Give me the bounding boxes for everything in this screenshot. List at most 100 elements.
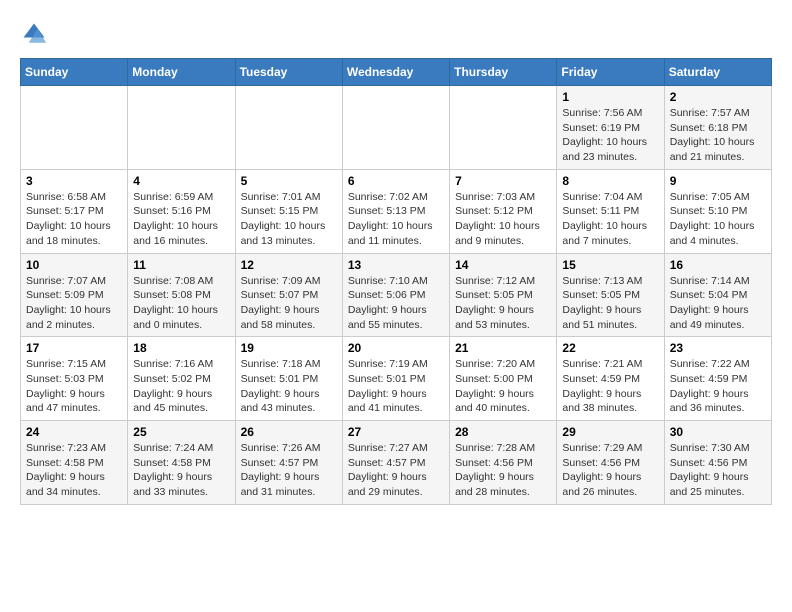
day-info: Sunrise: 7:22 AM Sunset: 4:59 PM Dayligh… [670, 357, 766, 416]
day-number: 2 [670, 90, 766, 104]
calendar-day-cell: 27 Sunrise: 7:27 AM Sunset: 4:57 PM Dayli… [342, 421, 449, 505]
logo [20, 20, 52, 48]
calendar-week: 17 Sunrise: 7:15 AM Sunset: 5:03 PM Dayli… [21, 337, 772, 421]
day-info: Sunrise: 7:56 AM Sunset: 6:19 PM Dayligh… [562, 106, 658, 165]
day-number: 29 [562, 425, 658, 439]
calendar-day-cell: 6 Sunrise: 7:02 AM Sunset: 5:13 PM Daylig… [342, 169, 449, 253]
calendar-day-cell: 21 Sunrise: 7:20 AM Sunset: 5:00 PM Dayli… [450, 337, 557, 421]
day-info: Sunrise: 7:02 AM Sunset: 5:13 PM Dayligh… [348, 190, 444, 249]
calendar-day-cell: 3 Sunrise: 6:58 AM Sunset: 5:17 PM Daylig… [21, 169, 128, 253]
calendar-day-cell: 23 Sunrise: 7:22 AM Sunset: 4:59 PM Dayli… [664, 337, 771, 421]
calendar-day-cell: 4 Sunrise: 6:59 AM Sunset: 5:16 PM Daylig… [128, 169, 235, 253]
day-info: Sunrise: 7:27 AM Sunset: 4:57 PM Dayligh… [348, 441, 444, 500]
calendar-day-cell: 14 Sunrise: 7:12 AM Sunset: 5:05 PM Dayli… [450, 253, 557, 337]
day-info: Sunrise: 6:58 AM Sunset: 5:17 PM Dayligh… [26, 190, 122, 249]
day-number: 9 [670, 174, 766, 188]
calendar-day-cell [21, 86, 128, 170]
calendar-day-cell: 1Sunrise: 7:56 AM Sunset: 6:19 PM Daylig… [557, 86, 664, 170]
page-header [20, 20, 772, 48]
day-info: Sunrise: 6:59 AM Sunset: 5:16 PM Dayligh… [133, 190, 229, 249]
calendar-day-cell: 26Sunrise: 7:26 AM Sunset: 4:57 PM Dayli… [235, 421, 342, 505]
day-info: Sunrise: 7:01 AM Sunset: 5:15 PM Dayligh… [241, 190, 337, 249]
calendar-day-cell: 17 Sunrise: 7:15 AM Sunset: 5:03 PM Dayli… [21, 337, 128, 421]
day-number: 3 [26, 174, 122, 188]
dow-cell: Tuesday [235, 59, 342, 86]
calendar-day-cell: 18 Sunrise: 7:16 AM Sunset: 5:02 PM Dayli… [128, 337, 235, 421]
day-number: 17 [26, 341, 122, 355]
day-info: Sunrise: 7:23 AM Sunset: 4:58 PM Dayligh… [26, 441, 122, 500]
calendar-day-cell: 2 Sunrise: 7:57 AM Sunset: 6:18 PM Daylig… [664, 86, 771, 170]
day-number: 7 [455, 174, 551, 188]
day-info: Sunrise: 7:29 AM Sunset: 4:56 PM Dayligh… [562, 441, 658, 500]
dow-cell: Thursday [450, 59, 557, 86]
logo-icon [20, 20, 48, 48]
dow-cell: Friday [557, 59, 664, 86]
day-number: 11 [133, 258, 229, 272]
day-info: Sunrise: 7:15 AM Sunset: 5:03 PM Dayligh… [26, 357, 122, 416]
day-info: Sunrise: 7:12 AM Sunset: 5:05 PM Dayligh… [455, 274, 551, 333]
day-info: Sunrise: 7:18 AM Sunset: 5:01 PM Dayligh… [241, 357, 337, 416]
day-info: Sunrise: 7:05 AM Sunset: 5:10 PM Dayligh… [670, 190, 766, 249]
day-info: Sunrise: 7:14 AM Sunset: 5:04 PM Dayligh… [670, 274, 766, 333]
day-info: Sunrise: 7:13 AM Sunset: 5:05 PM Dayligh… [562, 274, 658, 333]
day-number: 12 [241, 258, 337, 272]
day-number: 5 [241, 174, 337, 188]
day-info: Sunrise: 7:03 AM Sunset: 5:12 PM Dayligh… [455, 190, 551, 249]
calendar-day-cell [342, 86, 449, 170]
calendar-day-cell: 28 Sunrise: 7:28 AM Sunset: 4:56 PM Dayli… [450, 421, 557, 505]
day-number: 21 [455, 341, 551, 355]
calendar-day-cell: 12 Sunrise: 7:09 AM Sunset: 5:07 PM Dayli… [235, 253, 342, 337]
day-info: Sunrise: 7:24 AM Sunset: 4:58 PM Dayligh… [133, 441, 229, 500]
day-number: 20 [348, 341, 444, 355]
calendar-week: 3 Sunrise: 6:58 AM Sunset: 5:17 PM Daylig… [21, 169, 772, 253]
day-number: 22 [562, 341, 658, 355]
day-number: 28 [455, 425, 551, 439]
dow-cell: Monday [128, 59, 235, 86]
day-number: 4 [133, 174, 229, 188]
day-info: Sunrise: 7:26 AM Sunset: 4:57 PM Dayligh… [241, 441, 337, 500]
calendar-day-cell [235, 86, 342, 170]
day-info: Sunrise: 7:16 AM Sunset: 5:02 PM Dayligh… [133, 357, 229, 416]
calendar: SundayMondayTuesdayWednesdayThursdayFrid… [20, 58, 772, 505]
calendar-day-cell: 22Sunrise: 7:21 AM Sunset: 4:59 PM Dayli… [557, 337, 664, 421]
day-info: Sunrise: 7:28 AM Sunset: 4:56 PM Dayligh… [455, 441, 551, 500]
day-info: Sunrise: 7:09 AM Sunset: 5:07 PM Dayligh… [241, 274, 337, 333]
day-number: 13 [348, 258, 444, 272]
calendar-day-cell: 15 Sunrise: 7:13 AM Sunset: 5:05 PM Dayli… [557, 253, 664, 337]
day-number: 19 [241, 341, 337, 355]
day-number: 6 [348, 174, 444, 188]
day-info: Sunrise: 7:10 AM Sunset: 5:06 PM Dayligh… [348, 274, 444, 333]
day-info: Sunrise: 7:20 AM Sunset: 5:00 PM Dayligh… [455, 357, 551, 416]
day-number: 27 [348, 425, 444, 439]
calendar-day-cell: 29 Sunrise: 7:29 AM Sunset: 4:56 PM Dayli… [557, 421, 664, 505]
day-info: Sunrise: 7:19 AM Sunset: 5:01 PM Dayligh… [348, 357, 444, 416]
dow-cell: Sunday [21, 59, 128, 86]
calendar-week: 10Sunrise: 7:07 AM Sunset: 5:09 PM Dayli… [21, 253, 772, 337]
day-number: 23 [670, 341, 766, 355]
day-number: 25 [133, 425, 229, 439]
calendar-day-cell: 11 Sunrise: 7:08 AM Sunset: 5:08 PM Dayli… [128, 253, 235, 337]
day-number: 18 [133, 341, 229, 355]
calendar-week: 24Sunrise: 7:23 AM Sunset: 4:58 PM Dayli… [21, 421, 772, 505]
calendar-day-cell: 8Sunrise: 7:04 AM Sunset: 5:11 PM Daylig… [557, 169, 664, 253]
day-number: 15 [562, 258, 658, 272]
day-info: Sunrise: 7:30 AM Sunset: 4:56 PM Dayligh… [670, 441, 766, 500]
calendar-day-cell: 19 Sunrise: 7:18 AM Sunset: 5:01 PM Dayli… [235, 337, 342, 421]
calendar-day-cell: 20 Sunrise: 7:19 AM Sunset: 5:01 PM Dayli… [342, 337, 449, 421]
day-of-week-header: SundayMondayTuesdayWednesdayThursdayFrid… [21, 59, 772, 86]
day-info: Sunrise: 7:07 AM Sunset: 5:09 PM Dayligh… [26, 274, 122, 333]
dow-cell: Saturday [664, 59, 771, 86]
calendar-week: 1Sunrise: 7:56 AM Sunset: 6:19 PM Daylig… [21, 86, 772, 170]
calendar-day-cell: 30 Sunrise: 7:30 AM Sunset: 4:56 PM Dayli… [664, 421, 771, 505]
calendar-day-cell: 16 Sunrise: 7:14 AM Sunset: 5:04 PM Dayli… [664, 253, 771, 337]
calendar-body: 1Sunrise: 7:56 AM Sunset: 6:19 PM Daylig… [21, 86, 772, 505]
day-info: Sunrise: 7:08 AM Sunset: 5:08 PM Dayligh… [133, 274, 229, 333]
calendar-day-cell: 10Sunrise: 7:07 AM Sunset: 5:09 PM Dayli… [21, 253, 128, 337]
day-number: 14 [455, 258, 551, 272]
calendar-day-cell: 13 Sunrise: 7:10 AM Sunset: 5:06 PM Dayli… [342, 253, 449, 337]
day-info: Sunrise: 7:57 AM Sunset: 6:18 PM Dayligh… [670, 106, 766, 165]
dow-cell: Wednesday [342, 59, 449, 86]
calendar-day-cell [450, 86, 557, 170]
day-number: 16 [670, 258, 766, 272]
day-number: 30 [670, 425, 766, 439]
